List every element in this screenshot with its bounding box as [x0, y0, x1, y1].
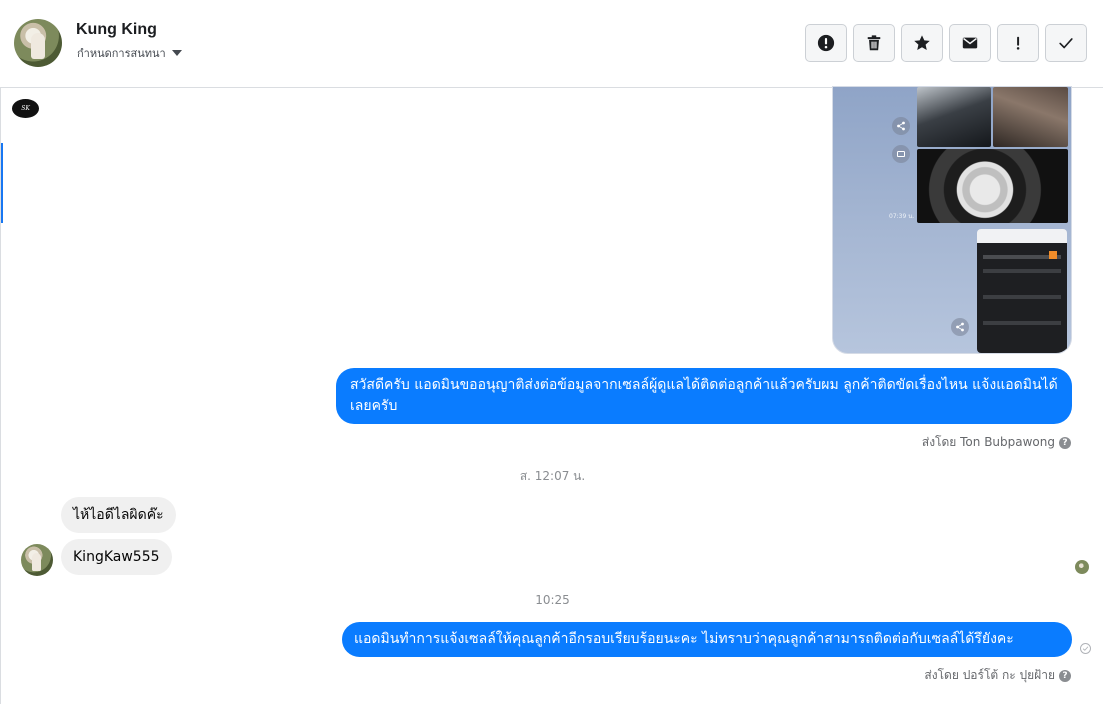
thread-timestamp: 10:25	[535, 593, 570, 607]
exclamation-icon	[1016, 36, 1020, 50]
message-thread[interactable]: SK 07:39 น. สวัสดีครับ แอดมินขออนุญาติส่…	[0, 86, 1103, 704]
attachment-photo-wheel[interactable]	[917, 149, 1068, 223]
scroll-indicator	[1, 143, 3, 223]
sent-by-text: ส่งโดย ปอร์โต้ กะ ปุยฝ้าย	[924, 668, 1055, 682]
incoming-message[interactable]: ไห้ไอดีไลผิดค๊ะ	[61, 497, 176, 533]
attachment-photo-car-interior[interactable]	[993, 87, 1068, 147]
star-icon	[914, 35, 930, 51]
checkmark-icon	[1059, 38, 1073, 49]
screen-icon[interactable]	[892, 145, 910, 163]
read-receipt-avatar	[1075, 560, 1089, 574]
follow-up-button[interactable]	[997, 24, 1039, 62]
contact-name[interactable]: Kung King	[76, 21, 157, 39]
attachment-timestamp: 07:39 น.	[889, 213, 915, 220]
share-icon[interactable]	[892, 117, 910, 135]
incoming-message[interactable]: KingKaw555	[61, 539, 172, 575]
mark-unread-button[interactable]	[949, 24, 991, 62]
outgoing-message[interactable]: สวัสดีครับ แอดมินขออนุญาติส่งต่อข้อมูลจา…	[336, 368, 1072, 424]
envelope-icon	[962, 37, 978, 49]
attachment-photo-car-front[interactable]	[917, 87, 991, 147]
page-logo: SK	[12, 99, 39, 118]
mark-done-button[interactable]	[1045, 24, 1087, 62]
delivered-check-icon	[1080, 643, 1091, 654]
help-icon[interactable]: ?	[1059, 436, 1071, 449]
sent-by-label: ส่งโดย ปอร์โต้ กะ ปุยฝ้าย ?	[924, 666, 1071, 685]
image-attachment[interactable]: 07:39 น.	[832, 86, 1072, 354]
conversation-setting-label: กำหนดการสนทนา	[77, 47, 166, 60]
attachment-photo-app-screenshot[interactable]	[977, 229, 1067, 353]
message-text: ไห้ไอดีไลผิดค๊ะ	[73, 507, 164, 523]
help-icon[interactable]: ?	[1059, 669, 1071, 682]
sender-avatar[interactable]	[21, 544, 53, 576]
conversation-header: Kung King กำหนดการสนทนา	[0, 0, 1103, 88]
exclamation-circle-icon	[817, 34, 835, 52]
delete-button[interactable]	[853, 24, 895, 62]
page-logo-text: SK	[21, 105, 30, 112]
caret-down-icon	[171, 50, 182, 56]
contact-avatar[interactable]	[14, 19, 62, 67]
action-toolbar	[805, 24, 1087, 62]
thread-timestamp: ส. 12:07 น.	[519, 469, 586, 483]
star-button[interactable]	[901, 24, 943, 62]
conversation-setting-dropdown[interactable]: กำหนดการสนทนา	[77, 44, 182, 62]
sent-by-label: ส่งโดย Ton Bubpawong ?	[922, 433, 1071, 452]
sent-by-text: ส่งโดย Ton Bubpawong	[921, 435, 1055, 449]
share-icon[interactable]	[951, 318, 969, 336]
message-text: แอดมินทำการแจ้งเซลล์ให้คุณลูกค้าอีกรอบเร…	[354, 631, 1014, 647]
message-text: KingKaw555	[73, 549, 160, 565]
report-button[interactable]	[805, 24, 847, 62]
message-text: สวัสดีครับ แอดมินขออนุญาติส่งต่อข้อมูลจา…	[350, 377, 1058, 414]
outgoing-message[interactable]: แอดมินทำการแจ้งเซลล์ให้คุณลูกค้าอีกรอบเร…	[342, 622, 1072, 657]
trash-icon	[867, 35, 881, 51]
